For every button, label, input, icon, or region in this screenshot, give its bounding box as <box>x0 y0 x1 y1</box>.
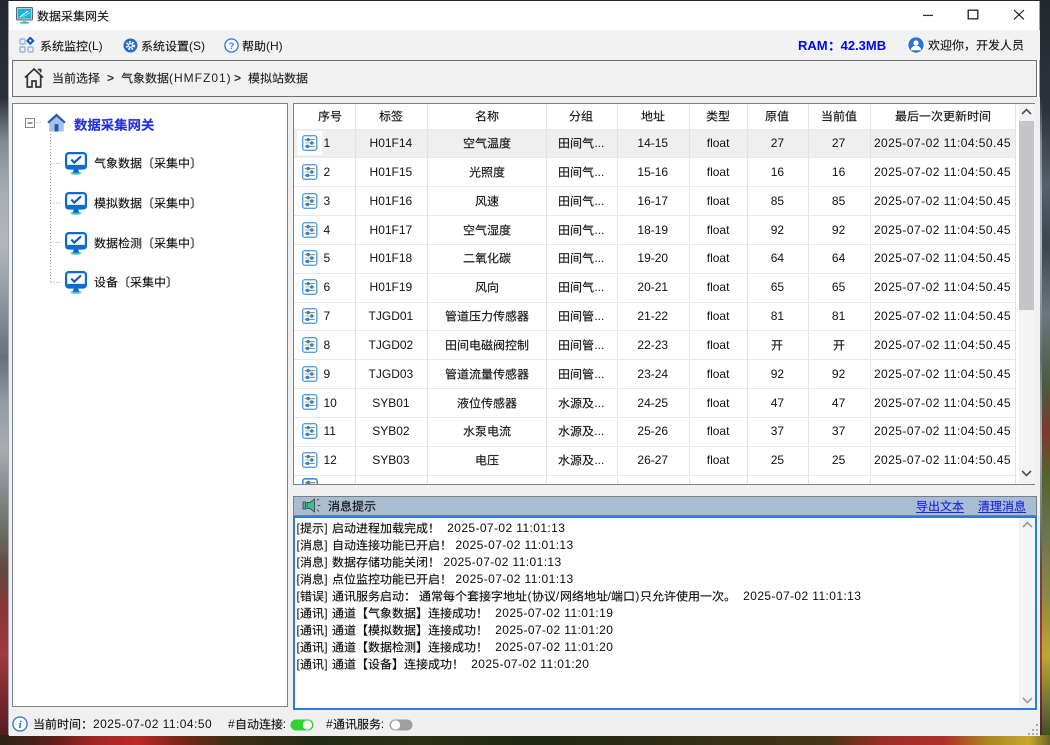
svg-text:?: ? <box>229 41 235 52</box>
